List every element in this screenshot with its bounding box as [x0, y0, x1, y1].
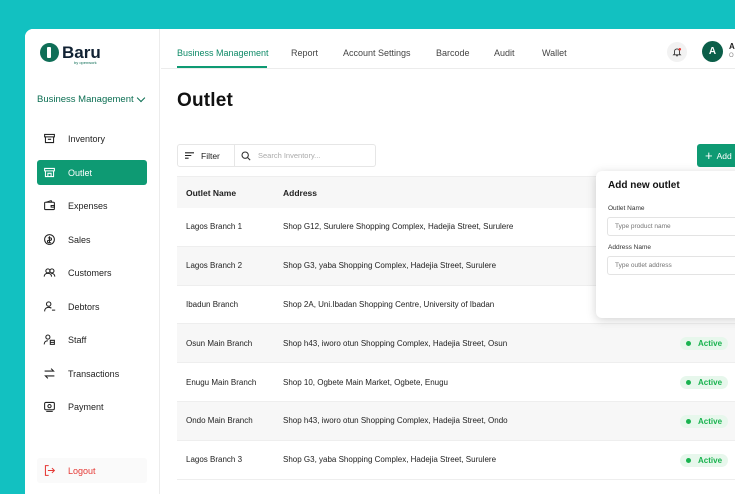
- active-tab-indicator: [177, 66, 267, 68]
- user-minus-icon: [42, 300, 56, 314]
- tab-report[interactable]: Report: [291, 48, 318, 58]
- sidebar-item-transactions[interactable]: Transactions: [37, 361, 147, 386]
- sidebar-item-label: Staff: [68, 334, 87, 345]
- sidebar-item-label: Expenses: [68, 200, 108, 211]
- arrows-icon: [42, 367, 56, 381]
- status-badge: Active: [680, 453, 729, 467]
- status-badge: Active: [680, 337, 729, 351]
- sidebar-item-label: Payment: [68, 401, 104, 412]
- outlet-name: Lagos Branch 2: [186, 261, 243, 271]
- sidebar-item-label: Sales: [68, 234, 91, 245]
- outlet-address: Shop h43, iworo otun Shopping Complex, H…: [283, 338, 508, 348]
- sidebar-item-inventory[interactable]: Inventory: [37, 126, 147, 151]
- tab-business-management[interactable]: Business Management: [177, 48, 269, 58]
- notification-button[interactable]: [667, 42, 687, 62]
- search-input[interactable]: Search Inventory...: [235, 144, 376, 167]
- status-dot-icon: [686, 341, 691, 347]
- tab-audit[interactable]: Audit: [494, 48, 515, 58]
- status-dot-icon: [686, 457, 691, 463]
- page-title: Outlet: [177, 90, 234, 111]
- sidebar-item-staff[interactable]: Staff: [37, 327, 147, 352]
- business-select[interactable]: Business Management: [37, 93, 147, 105]
- filter-button[interactable]: Filter: [177, 144, 235, 167]
- outlet-name-label: Outlet Name: [608, 205, 645, 212]
- sidebar-item-expenses[interactable]: Expenses: [37, 193, 147, 218]
- brand-tagline: by openwork: [74, 60, 97, 65]
- search-placeholder: Search Inventory...: [258, 151, 321, 160]
- users-icon: [42, 266, 56, 280]
- outlet-address: Shop h43, iworo otun Shopping Complex, H…: [283, 416, 508, 426]
- outlet-name-field[interactable]: [607, 217, 735, 236]
- status-label: Active: [698, 378, 723, 388]
- sales-icon: [42, 233, 56, 247]
- outlet-address: Shop 10, Ogbete Main Market, Ogbete, Enu…: [283, 377, 448, 387]
- sidebar-item-label: Customers: [68, 267, 112, 278]
- staff-icon: [42, 333, 56, 347]
- status-label: Active: [698, 455, 723, 465]
- logout-icon: [42, 464, 56, 478]
- brand-name: Baru: [62, 43, 101, 62]
- popup-title: Add new outlet: [608, 180, 680, 191]
- logo-mark-icon: [40, 43, 59, 62]
- user-role: O: [729, 53, 734, 59]
- status-badge: Active: [680, 414, 729, 428]
- app-window: Baru by openwork Business Management Inv…: [25, 29, 735, 494]
- avatar[interactable]: A: [702, 41, 723, 62]
- payment-icon: [42, 400, 56, 414]
- user-name: A: [729, 42, 735, 51]
- tab-barcode[interactable]: Barcode: [436, 48, 470, 58]
- table-row[interactable]: Ondo Main Branch Shop h43, iworo otun Sh…: [177, 401, 735, 441]
- sidebar-item-debtors[interactable]: Debtors: [37, 294, 147, 319]
- filter-icon: [185, 152, 194, 159]
- status-label: Active: [698, 416, 723, 426]
- sidebar-item-outlet[interactable]: Outlet: [37, 160, 147, 185]
- tab-wallet[interactable]: Wallet: [542, 48, 567, 58]
- outlet-name: Enugu Main Branch: [186, 377, 257, 387]
- filter-label: Filter: [201, 150, 220, 161]
- logout-label: Logout: [68, 465, 96, 476]
- outlet-name: Ibadun Branch: [186, 299, 239, 309]
- table-row[interactable]: Lagos Branch 3 Shop G3, yaba Shopping Co…: [177, 441, 735, 480]
- sidebar-item-label: Inventory: [68, 133, 106, 144]
- add-outlet-button[interactable]: + Add: [697, 144, 735, 167]
- outlet-address: Shop G3, yaba Shopping Complex, Hadejia …: [283, 455, 497, 465]
- add-label: Add: [716, 150, 732, 161]
- outlet-name: Osun Main Branch: [186, 338, 253, 348]
- outlet-name: Ondo Main Branch: [186, 416, 253, 426]
- business-select-label: Business Management: [37, 94, 134, 105]
- status-badge: Active: [680, 376, 729, 390]
- status-label: Active: [698, 339, 723, 349]
- plus-icon: +: [705, 147, 713, 163]
- add-outlet-popup: Add new outlet Outlet Name Address Name: [596, 171, 735, 318]
- table-row[interactable]: Enugu Main Branch Shop 10, Ogbete Main M…: [177, 363, 735, 402]
- column-outlet-name: Outlet Name: [186, 187, 237, 198]
- tab-account-settings[interactable]: Account Settings: [343, 48, 411, 58]
- store-icon: [42, 166, 56, 180]
- table-row[interactable]: Osun Main Branch Shop h43, iworo otun Sh…: [177, 324, 735, 364]
- address-label: Address Name: [608, 244, 651, 251]
- wallet-icon: [42, 199, 56, 213]
- outlet-address-field[interactable]: [607, 256, 735, 275]
- status-dot-icon: [686, 380, 691, 386]
- search-icon: [241, 150, 251, 161]
- outlet-name: Lagos Branch 3: [186, 455, 243, 465]
- logout-button[interactable]: Logout: [37, 458, 147, 483]
- box-icon: [42, 132, 56, 146]
- sidebar-item-label: Outlet: [68, 167, 93, 178]
- sidebar-item-customers[interactable]: Customers: [37, 260, 147, 285]
- sidebar-item-sales[interactable]: Sales: [37, 227, 147, 252]
- sidebar-item-payment[interactable]: Payment: [37, 394, 147, 419]
- status-dot-icon: [686, 418, 691, 424]
- sidebar-item-label: Transactions: [68, 368, 120, 379]
- outlet-name: Lagos Branch 1: [186, 222, 243, 232]
- sidebar-item-label: Debtors: [68, 301, 100, 312]
- sidebar: Baru by openwork Business Management Inv…: [25, 29, 160, 494]
- bell-icon: [672, 47, 682, 57]
- top-navigation: Business Management Report Account Setti…: [161, 29, 735, 69]
- chevron-down-icon: [136, 93, 146, 103]
